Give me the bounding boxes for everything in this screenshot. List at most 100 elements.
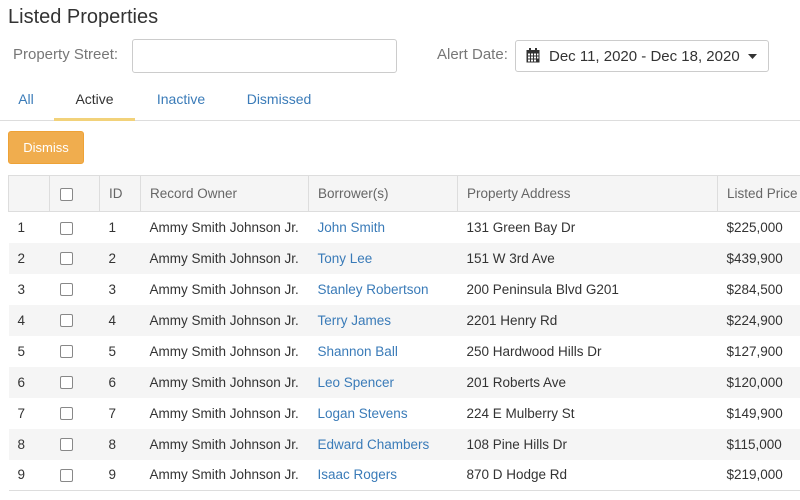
alert-date-picker[interactable]: Dec 11, 2020 - Dec 18, 2020	[515, 40, 769, 72]
row-number-cell: 9	[8, 459, 50, 491]
row-checkbox-cell	[50, 398, 100, 429]
record-owner-cell: Ammy Smith Johnson Jr.	[149, 219, 299, 235]
record-owner-cell: Ammy Smith Johnson Jr.	[149, 250, 299, 266]
row-checkbox-cell	[50, 367, 100, 398]
row-checkbox[interactable]	[59, 438, 73, 452]
borrower-link[interactable]: Tony Lee	[309, 243, 458, 274]
caret-down-icon	[747, 53, 757, 59]
table-row: 6 6 Ammy Smith Johnson Jr. Leo Spencer 201 R…	[8, 366, 800, 398]
listed-price-cell: $115,000	[726, 436, 782, 452]
id-cell: 3	[108, 281, 117, 297]
row-checkbox-cell	[50, 212, 100, 243]
borrower-link[interactable]: Logan Stevens	[309, 398, 458, 429]
property-address-cell: 250 Hardwood Hills Dr	[466, 343, 602, 359]
property-address-cell: 2201 Henry Rd	[466, 312, 558, 328]
row-checkbox[interactable]	[59, 252, 73, 266]
date-range-value: Dec 11, 2020 - Dec 18, 2020	[549, 47, 740, 65]
row-checkbox-cell	[50, 274, 100, 305]
listed-price-cell: $284,500	[726, 281, 783, 297]
property-address-cell: 200 Peninsula Blvd G201	[466, 281, 619, 297]
alert-date-label: Alert Date:	[437, 46, 508, 63]
row-checkbox-cell	[49, 459, 100, 491]
id-cell: 9	[99, 459, 141, 491]
listed-price-cell: $120,000	[726, 374, 783, 390]
id-cell: 2	[108, 250, 117, 266]
row-checkbox[interactable]	[59, 345, 73, 359]
page-title: Listed Properties	[8, 6, 159, 28]
borrower-link[interactable]: Terry James	[309, 305, 458, 336]
row-number-header	[8, 175, 50, 212]
id-header[interactable]: ID	[99, 175, 141, 212]
table-row: 3 3 Ammy Smith Johnson Jr. Stanley Robertso…	[9, 274, 800, 305]
record-owner-cell: Ammy Smith Johnson Jr.	[149, 436, 299, 452]
listed-price-header[interactable]: Listed Price	[717, 175, 800, 212]
id-cell: 4	[108, 312, 117, 328]
row-number-cell: 4	[17, 312, 26, 328]
row-checkbox-cell	[50, 336, 100, 367]
property-address-cell: 108 Pine Hills Dr	[466, 436, 568, 452]
tab-inactive[interactable]: Inactive	[138, 82, 224, 121]
row-number-cell: 1	[17, 219, 26, 235]
tab-all[interactable]: All	[0, 82, 52, 121]
tab-dismissed[interactable]: Dismissed	[228, 82, 330, 121]
property-street-label: Property Street:	[13, 46, 119, 63]
property-address-cell: 870 D Hodge Rd	[457, 459, 718, 491]
row-checkbox-cell	[50, 305, 100, 336]
row-number-cell: 5	[17, 343, 26, 359]
table-row: 8 8 Ammy Smith Johnson Jr. Edward Chambers 1…	[8, 428, 800, 460]
row-checkbox[interactable]	[59, 407, 73, 421]
borrower-link[interactable]: Edward Chambers	[309, 429, 458, 460]
row-number-cell: 8	[17, 436, 26, 452]
id-cell: 6	[108, 374, 117, 390]
property-address-header[interactable]: Property Address	[457, 175, 718, 212]
borrower-link[interactable]: Isaac Rogers	[308, 459, 458, 491]
calendar-icon	[526, 48, 542, 64]
row-checkbox[interactable]	[59, 469, 73, 483]
record-owner-header[interactable]: Record Owner	[140, 175, 309, 212]
borrower-link[interactable]: Shannon Ball	[309, 336, 458, 367]
table-row: 9 9 Ammy Smith Johnson Jr. Isaac Rogers 870 …	[8, 459, 800, 491]
listed-price-cell: $149,900	[726, 405, 783, 421]
row-checkbox[interactable]	[59, 376, 73, 390]
listed-price-cell: $219,000	[717, 459, 800, 491]
row-checkbox[interactable]	[59, 283, 73, 297]
property-street-input[interactable]	[132, 39, 397, 73]
dismiss-button[interactable]: Dismiss	[8, 131, 84, 164]
row-checkbox-cell	[50, 429, 100, 460]
id-cell: 1	[108, 219, 117, 235]
id-cell: 7	[108, 405, 117, 421]
borrowers-header[interactable]: Borrower(s)	[308, 175, 458, 212]
row-number-cell: 7	[17, 405, 26, 421]
select-all-checkbox[interactable]	[60, 187, 73, 201]
row-number-cell: 6	[17, 374, 26, 390]
tab-active[interactable]: Active	[54, 82, 135, 121]
row-number-cell: 2	[17, 250, 26, 266]
borrower-link[interactable]: John Smith	[309, 212, 458, 243]
property-address-cell: 151 W 3rd Ave	[466, 250, 555, 266]
property-address-cell: 201 Roberts Ave	[466, 374, 567, 390]
record-owner-cell: Ammy Smith Johnson Jr.	[149, 343, 299, 359]
select-all-header	[49, 175, 100, 212]
table-row: 7 7 Ammy Smith Johnson Jr. Logan Stevens 224…	[9, 398, 800, 429]
table-row: 1 1 Ammy Smith Johnson Jr. John Smith 131 Gr…	[9, 212, 800, 243]
borrower-link[interactable]: Leo Spencer	[309, 367, 458, 398]
record-owner-cell: Ammy Smith Johnson Jr.	[140, 459, 309, 491]
table-row: 5 5 Ammy Smith Johnson Jr. Shannon Ball 250 …	[9, 336, 800, 367]
row-checkbox[interactable]	[59, 314, 73, 328]
property-address-cell: 224 E Mulberry St	[466, 405, 575, 421]
record-owner-cell: Ammy Smith Johnson Jr.	[149, 312, 299, 328]
table-row: 2 2 Ammy Smith Johnson Jr. Tony Lee 151 W 3r…	[8, 242, 800, 274]
record-owner-cell: Ammy Smith Johnson Jr.	[149, 405, 299, 421]
table-row: 4 4 Ammy Smith Johnson Jr. Terry James 2201 …	[8, 304, 800, 336]
properties-table: ID Record Owner Borrower(s) Property Add…	[8, 175, 800, 491]
row-checkbox-cell	[50, 243, 100, 274]
record-owner-cell: Ammy Smith Johnson Jr.	[149, 374, 299, 390]
row-number-cell: 3	[17, 281, 26, 297]
table-header-row: ID Record Owner Borrower(s) Property Add…	[8, 175, 800, 212]
property-address-cell: 131 Green Bay Dr	[466, 219, 576, 235]
listed-price-cell: $225,000	[726, 219, 783, 235]
listed-price-cell: $127,900	[726, 343, 783, 359]
borrower-link[interactable]: Stanley Robertson	[309, 274, 458, 305]
listed-price-cell: $439,900	[726, 250, 783, 266]
row-checkbox[interactable]	[59, 221, 73, 235]
